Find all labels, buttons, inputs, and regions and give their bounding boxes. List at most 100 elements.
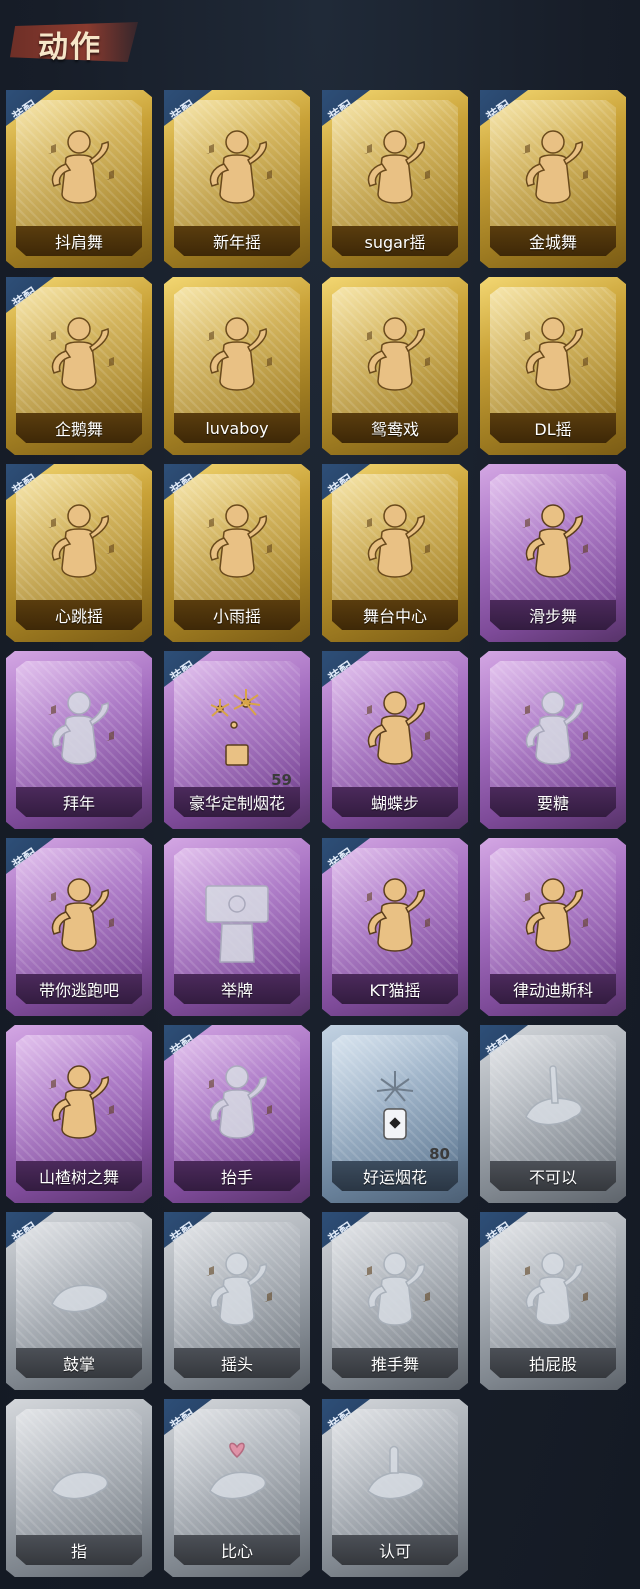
emote-card[interactable]: 装配律动迪斯科 [480, 838, 626, 1016]
emote-card[interactable]: 装配带你逃跑吧 [6, 838, 152, 1016]
finger-heart-icon [198, 1433, 276, 1525]
card-label-bar: 滑步舞 [490, 600, 616, 630]
emote-card[interactable]: 装配心跳摇 [6, 464, 152, 642]
emote-card[interactable]: 装配鸳鸯戏 [322, 277, 468, 455]
emote-card[interactable]: 装配山楂树之舞 [6, 1025, 152, 1203]
emote-card[interactable]: 80装配好运烟花 [322, 1025, 468, 1203]
emote-card[interactable]: 装配举牌 [164, 838, 310, 1016]
emote-card[interactable]: 装配小雨摇 [164, 464, 310, 642]
emote-card[interactable]: 装配摇头 [164, 1212, 310, 1390]
card-label-bar: 举牌 [174, 974, 300, 1004]
emote-card[interactable]: 装配抖肩舞 [6, 90, 152, 268]
emote-card[interactable]: 装配luvaboy [164, 277, 310, 455]
beg-figure-icon [514, 685, 592, 777]
card-label: 带你逃跑吧 [38, 981, 119, 1000]
card-label-bar: 金城舞 [490, 226, 616, 256]
card-label: 摇头 [220, 1355, 253, 1374]
card-label: 指 [70, 1542, 87, 1561]
dance-figure-icon [356, 872, 434, 964]
emote-card[interactable]: 装配滑步舞 [480, 464, 626, 642]
card-label: 山楂树之舞 [38, 1168, 119, 1187]
emote-card[interactable]: 装配抬手 [164, 1025, 310, 1203]
emote-card[interactable]: 装配认可 [322, 1399, 468, 1577]
card-label-bar: 不可以 [490, 1161, 616, 1191]
emote-card[interactable]: 装配DL摇 [480, 277, 626, 455]
card-label-bar: 指 [16, 1535, 142, 1565]
card-label: 抖肩舞 [54, 233, 103, 252]
card-label-bar: 心跳摇 [16, 600, 142, 630]
card-label: 不可以 [528, 1168, 577, 1187]
card-label-bar: luvaboy [174, 413, 300, 443]
emote-card[interactable]: 装配新年摇 [164, 90, 310, 268]
card-label-bar: 豪华定制烟花 [174, 787, 300, 817]
card-label-bar: 摇头 [174, 1348, 300, 1378]
card-label-bar: 认可 [332, 1535, 458, 1565]
point-hand-icon [40, 1433, 118, 1525]
emote-grid: 装配抖肩舞装配新年摇装配sugar摇装配金城舞装配企鹅舞装配luvaboy装配鸳… [6, 90, 626, 1577]
card-label-bar: KT猫摇 [332, 974, 458, 1004]
emote-card[interactable]: 装配拜年 [6, 651, 152, 829]
card-label: 认可 [378, 1542, 411, 1561]
emote-card[interactable]: 装配舞台中心 [322, 464, 468, 642]
bow-figure-icon [40, 685, 118, 777]
card-label-bar: 蝴蝶步 [332, 787, 458, 817]
card-label: 举牌 [220, 981, 253, 1000]
item-count: 80 [429, 1145, 450, 1163]
emote-card[interactable]: 装配指 [6, 1399, 152, 1577]
emote-card[interactable]: 装配鼓掌 [6, 1212, 152, 1390]
emote-card[interactable]: 装配金城舞 [480, 90, 626, 268]
card-label-bar: 鸳鸯戏 [332, 413, 458, 443]
card-label-bar: 山楂树之舞 [16, 1161, 142, 1191]
card-label-bar: 比心 [174, 1535, 300, 1565]
emote-collection-page: 动作 装配抖肩舞装配新年摇装配sugar摇装配金城舞装配企鹅舞装配luvaboy… [0, 0, 640, 1589]
emote-card[interactable]: 装配sugar摇 [322, 90, 468, 268]
dance-figure-icon [356, 685, 434, 777]
section-title: 动作 [38, 30, 102, 65]
emote-card[interactable]: 装配推手舞 [322, 1212, 468, 1390]
emote-card[interactable]: 装配蝴蝶步 [322, 651, 468, 829]
card-label: 拜年 [62, 794, 95, 813]
dance-figure-icon [198, 124, 276, 216]
card-label: 好运烟花 [362, 1168, 427, 1187]
card-label-bar: 要糖 [490, 787, 616, 817]
emote-card[interactable]: 装配要糖 [480, 651, 626, 829]
card-label: 新年摇 [212, 233, 261, 252]
card-label-bar: 鼓掌 [16, 1348, 142, 1378]
card-label: 蝴蝶步 [370, 794, 419, 813]
card-label: 律动迪斯科 [512, 981, 593, 1000]
card-label: 心跳摇 [54, 607, 103, 626]
card-label: 豪华定制烟花 [188, 794, 285, 813]
card-label: 鼓掌 [62, 1355, 95, 1374]
card-label: 鸳鸯戏 [370, 420, 419, 439]
dance-figure-icon [40, 498, 118, 590]
raise-hand-figure-icon [198, 1059, 276, 1151]
dance-figure-icon [356, 311, 434, 403]
dance-figure-icon [198, 498, 276, 590]
card-label-bar: 拜年 [16, 787, 142, 817]
card-label-bar: 拍屁股 [490, 1348, 616, 1378]
card-label-bar: 好运烟花 [332, 1161, 458, 1191]
emote-card[interactable]: 59装配豪华定制烟花 [164, 651, 310, 829]
dance-figure-icon [356, 124, 434, 216]
dance-figure-icon [514, 872, 592, 964]
card-label-bar: 抬手 [174, 1161, 300, 1191]
card-label: 企鹅舞 [54, 420, 103, 439]
emote-card[interactable]: 装配拍屁股 [480, 1212, 626, 1390]
card-label: 抬手 [220, 1168, 253, 1187]
emote-card[interactable]: 装配企鹅舞 [6, 277, 152, 455]
section-header: 动作 [10, 14, 138, 68]
finger-wag-icon [514, 1059, 592, 1151]
fireworks-can-icon [356, 1059, 434, 1151]
card-label-bar: 企鹅舞 [16, 413, 142, 443]
card-label: 要糖 [536, 794, 569, 813]
dance-figure-icon [356, 498, 434, 590]
clap-hands-icon [40, 1246, 118, 1338]
dance-figure-icon [40, 872, 118, 964]
emote-card[interactable]: 装配不可以 [480, 1025, 626, 1203]
thumbs-up-icon [356, 1433, 434, 1525]
dance-figure-icon [198, 311, 276, 403]
card-label: 比心 [220, 1542, 253, 1561]
emote-card[interactable]: 装配比心 [164, 1399, 310, 1577]
emote-card[interactable]: 装配KT猫摇 [322, 838, 468, 1016]
card-label-bar: 律动迪斯科 [490, 974, 616, 1004]
